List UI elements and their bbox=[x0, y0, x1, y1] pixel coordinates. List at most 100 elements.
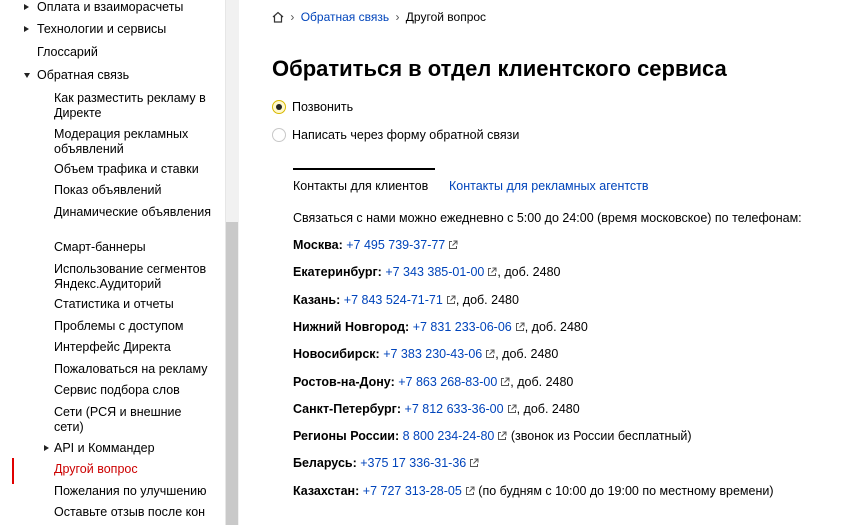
chevron-right-icon bbox=[24, 4, 29, 10]
contacts-intro: Связаться с нами можно ежедневно с 5:00 … bbox=[293, 211, 802, 225]
city-name: Новосибирск: bbox=[293, 347, 380, 362]
phone-link[interactable]: +7 383 230-43-06 bbox=[383, 347, 482, 361]
breadcrumb-separator: › bbox=[290, 10, 295, 24]
phone-link[interactable]: +7 727 313-28-05 bbox=[363, 484, 462, 498]
sidebar-item-moderation[interactable]: Модерация рекламных объявлений bbox=[0, 123, 225, 159]
sidebar-item-payment[interactable]: Оплата и взаиморасчеты bbox=[0, 0, 225, 18]
sidebar-item-label: Другой вопрос bbox=[54, 462, 138, 476]
phone-note: , доб. 2480 bbox=[510, 374, 574, 389]
radio-call-label: Позвонить bbox=[292, 100, 354, 114]
city-name: Нижний Новгород: bbox=[293, 319, 410, 334]
phone-row-rostov: Ростов-на-Дону: +7 863 268-83-00 , доб. 2… bbox=[293, 374, 573, 390]
active-tab-indicator bbox=[293, 168, 435, 170]
phone-link[interactable]: +7 831 233-06-06 bbox=[413, 320, 512, 334]
phone-row-nizhny-novgorod: Нижний Новгород: +7 831 233-06-06 , доб. … bbox=[293, 319, 588, 335]
external-link-icon bbox=[501, 377, 510, 386]
sidebar-item-label: Пожелания по улучшению bbox=[54, 484, 207, 498]
phone-note: (звонок из России бесплатный) bbox=[507, 429, 692, 444]
sidebar-item-label: Интерфейс Директа bbox=[54, 340, 171, 354]
chevron-right-icon bbox=[44, 445, 49, 451]
phone-link[interactable]: +7 495 739-37-77 bbox=[346, 238, 445, 252]
phone-row-moscow: Москва: +7 495 739-37-77 bbox=[293, 237, 458, 253]
sidebar-item-technologies[interactable]: Технологии и сервисы bbox=[0, 18, 225, 41]
phone-note: , доб. 2480 bbox=[455, 292, 519, 307]
city-name: Екатеринбург: bbox=[293, 265, 382, 280]
sidebar-item-access-problems[interactable]: Проблемы с доступом bbox=[0, 316, 225, 337]
external-link-icon bbox=[515, 322, 525, 331]
sidebar-item-label: Модерация рекламных объявлений bbox=[54, 127, 189, 156]
phone-link[interactable]: +7 812 633-36-00 bbox=[405, 402, 504, 416]
city-name: Казахстан: bbox=[293, 483, 360, 498]
tab-agency-contacts[interactable]: Контакты для рекламных агентств bbox=[449, 178, 649, 194]
external-link-icon bbox=[507, 404, 517, 413]
sidebar-item-label: Сервис подбора слов bbox=[54, 383, 180, 397]
breadcrumb-current: Другой вопрос bbox=[405, 10, 487, 24]
sidebar-item-label: Пожаловаться на рекламу bbox=[54, 362, 208, 376]
home-icon[interactable] bbox=[272, 11, 284, 23]
sidebar-item-label: Смарт-баннеры bbox=[54, 240, 146, 254]
phone-row-ekaterinburg: Екатеринбург: +7 343 385-01-00 , доб. 248… bbox=[293, 264, 560, 280]
sidebar-item-traffic[interactable]: Объем трафика и ставки bbox=[0, 159, 225, 180]
phone-link[interactable]: +7 863 268-83-00 bbox=[398, 375, 497, 389]
sidebar-item-dynamic-ads[interactable]: Динамические объявления bbox=[0, 202, 225, 237]
phone-note: , доб. 2480 bbox=[495, 347, 559, 362]
sidebar-item-glossary[interactable]: Глоссарий bbox=[0, 41, 225, 64]
tab-client-contacts[interactable]: Контакты для клиентов bbox=[293, 178, 428, 194]
sidebar-item-label: Оставьте отзыв после кон bbox=[54, 505, 206, 519]
sidebar-item-how-to-advertise[interactable]: Как разместить рекламу в Директе bbox=[0, 87, 225, 123]
sidebar-item-complain[interactable]: Пожаловаться на рекламу bbox=[0, 359, 225, 380]
sidebar-item-wordstat[interactable]: Сервис подбора слов bbox=[0, 380, 225, 402]
sidebar-item-label: Проблемы с доступом bbox=[54, 319, 184, 333]
external-link-icon bbox=[449, 240, 458, 249]
phone-link[interactable]: 8 800 234-24-80 bbox=[403, 429, 495, 443]
sidebar-item-label: Использование сегментов Яндекс.Аудиторий bbox=[54, 262, 207, 291]
phone-link[interactable]: +375 17 336-31-36 bbox=[360, 456, 466, 470]
phone-row-spb: Санкт-Петербург: +7 812 633-36-00 , доб. … bbox=[293, 401, 580, 417]
phone-note: , доб. 2480 bbox=[497, 265, 561, 280]
sidebar-item-suggestions[interactable]: Пожелания по улучшению bbox=[0, 481, 225, 502]
external-link-icon bbox=[465, 486, 475, 495]
sidebar-item-label: Технологии и сервисы bbox=[37, 22, 167, 36]
sidebar-item-interface[interactable]: Интерфейс Директа bbox=[0, 337, 225, 359]
radio-selected-indicator[interactable] bbox=[272, 100, 286, 114]
external-link-icon bbox=[446, 295, 456, 304]
sidebar-scrollbar-thumb[interactable] bbox=[226, 222, 238, 525]
sidebar-item-label: Оплата и взаиморасчеты bbox=[37, 0, 184, 14]
external-link-icon bbox=[488, 267, 497, 277]
sidebar-item-label: Показ объявлений bbox=[54, 183, 162, 197]
breadcrumb: › Обратная связь › Другой вопрос bbox=[272, 9, 486, 25]
sidebar-nav: Оплата и взаиморасчеты Технологии и серв… bbox=[0, 0, 225, 525]
phone-row-belarus: Беларусь: +375 17 336-31-36 bbox=[293, 455, 479, 471]
phone-row-kazan: Казань: +7 843 524-71-71 , доб. 2480 bbox=[293, 292, 519, 308]
sidebar-item-api-commander[interactable]: API и Коммандер bbox=[0, 438, 225, 459]
sidebar-item-feedback[interactable]: Обратная связь bbox=[0, 64, 225, 87]
sidebar-item-audiences[interactable]: Использование сегментов Яндекс.Аудиторий bbox=[0, 259, 225, 294]
city-name: Ростов-на-Дону: bbox=[293, 374, 395, 389]
sidebar-item-networks[interactable]: Сети (РСЯ и внешние сети) bbox=[0, 402, 225, 438]
city-name: Казань: bbox=[293, 292, 341, 307]
radio-feedback-form[interactable]: Написать через форму обратной связи bbox=[272, 127, 519, 143]
sidebar-item-smart-banners[interactable]: Смарт-баннеры bbox=[0, 237, 225, 259]
sidebar-list: Оплата и взаиморасчеты Технологии и серв… bbox=[0, 0, 225, 524]
sidebar-item-leave-review[interactable]: Оставьте отзыв после кон bbox=[0, 502, 225, 524]
city-name: Санкт-Петербург: bbox=[293, 401, 402, 416]
radio-call[interactable]: Позвонить bbox=[272, 99, 353, 115]
sidebar-item-label: API и Коммандер bbox=[54, 441, 155, 455]
phone-note: , доб. 2480 bbox=[516, 401, 580, 416]
phone-note: (по будням с 10:00 до 19:00 по местному … bbox=[474, 483, 774, 498]
sidebar-item-ad-display[interactable]: Показ объявлений bbox=[0, 180, 225, 202]
city-name: Беларусь: bbox=[293, 456, 357, 471]
phone-note: , доб. 2480 bbox=[524, 319, 588, 334]
breadcrumb-link-feedback[interactable]: Обратная связь bbox=[301, 10, 389, 24]
radio-unselected-indicator[interactable] bbox=[272, 128, 286, 142]
city-name: Москва: bbox=[293, 238, 343, 252]
phone-link[interactable]: +7 343 385-01-00 bbox=[385, 265, 484, 279]
phone-link[interactable]: +7 843 524-71-71 bbox=[344, 293, 443, 307]
sidebar-item-statistics[interactable]: Статистика и отчеты bbox=[0, 294, 225, 316]
external-link-icon bbox=[486, 349, 495, 359]
sidebar-item-other-question[interactable]: Другой вопрос bbox=[0, 459, 225, 481]
sidebar-item-label: Как разместить рекламу в Директе bbox=[54, 91, 206, 120]
chevron-down-icon bbox=[24, 73, 30, 78]
chevron-right-icon bbox=[24, 26, 29, 32]
sidebar-item-label: Динамические объявления bbox=[54, 205, 212, 219]
